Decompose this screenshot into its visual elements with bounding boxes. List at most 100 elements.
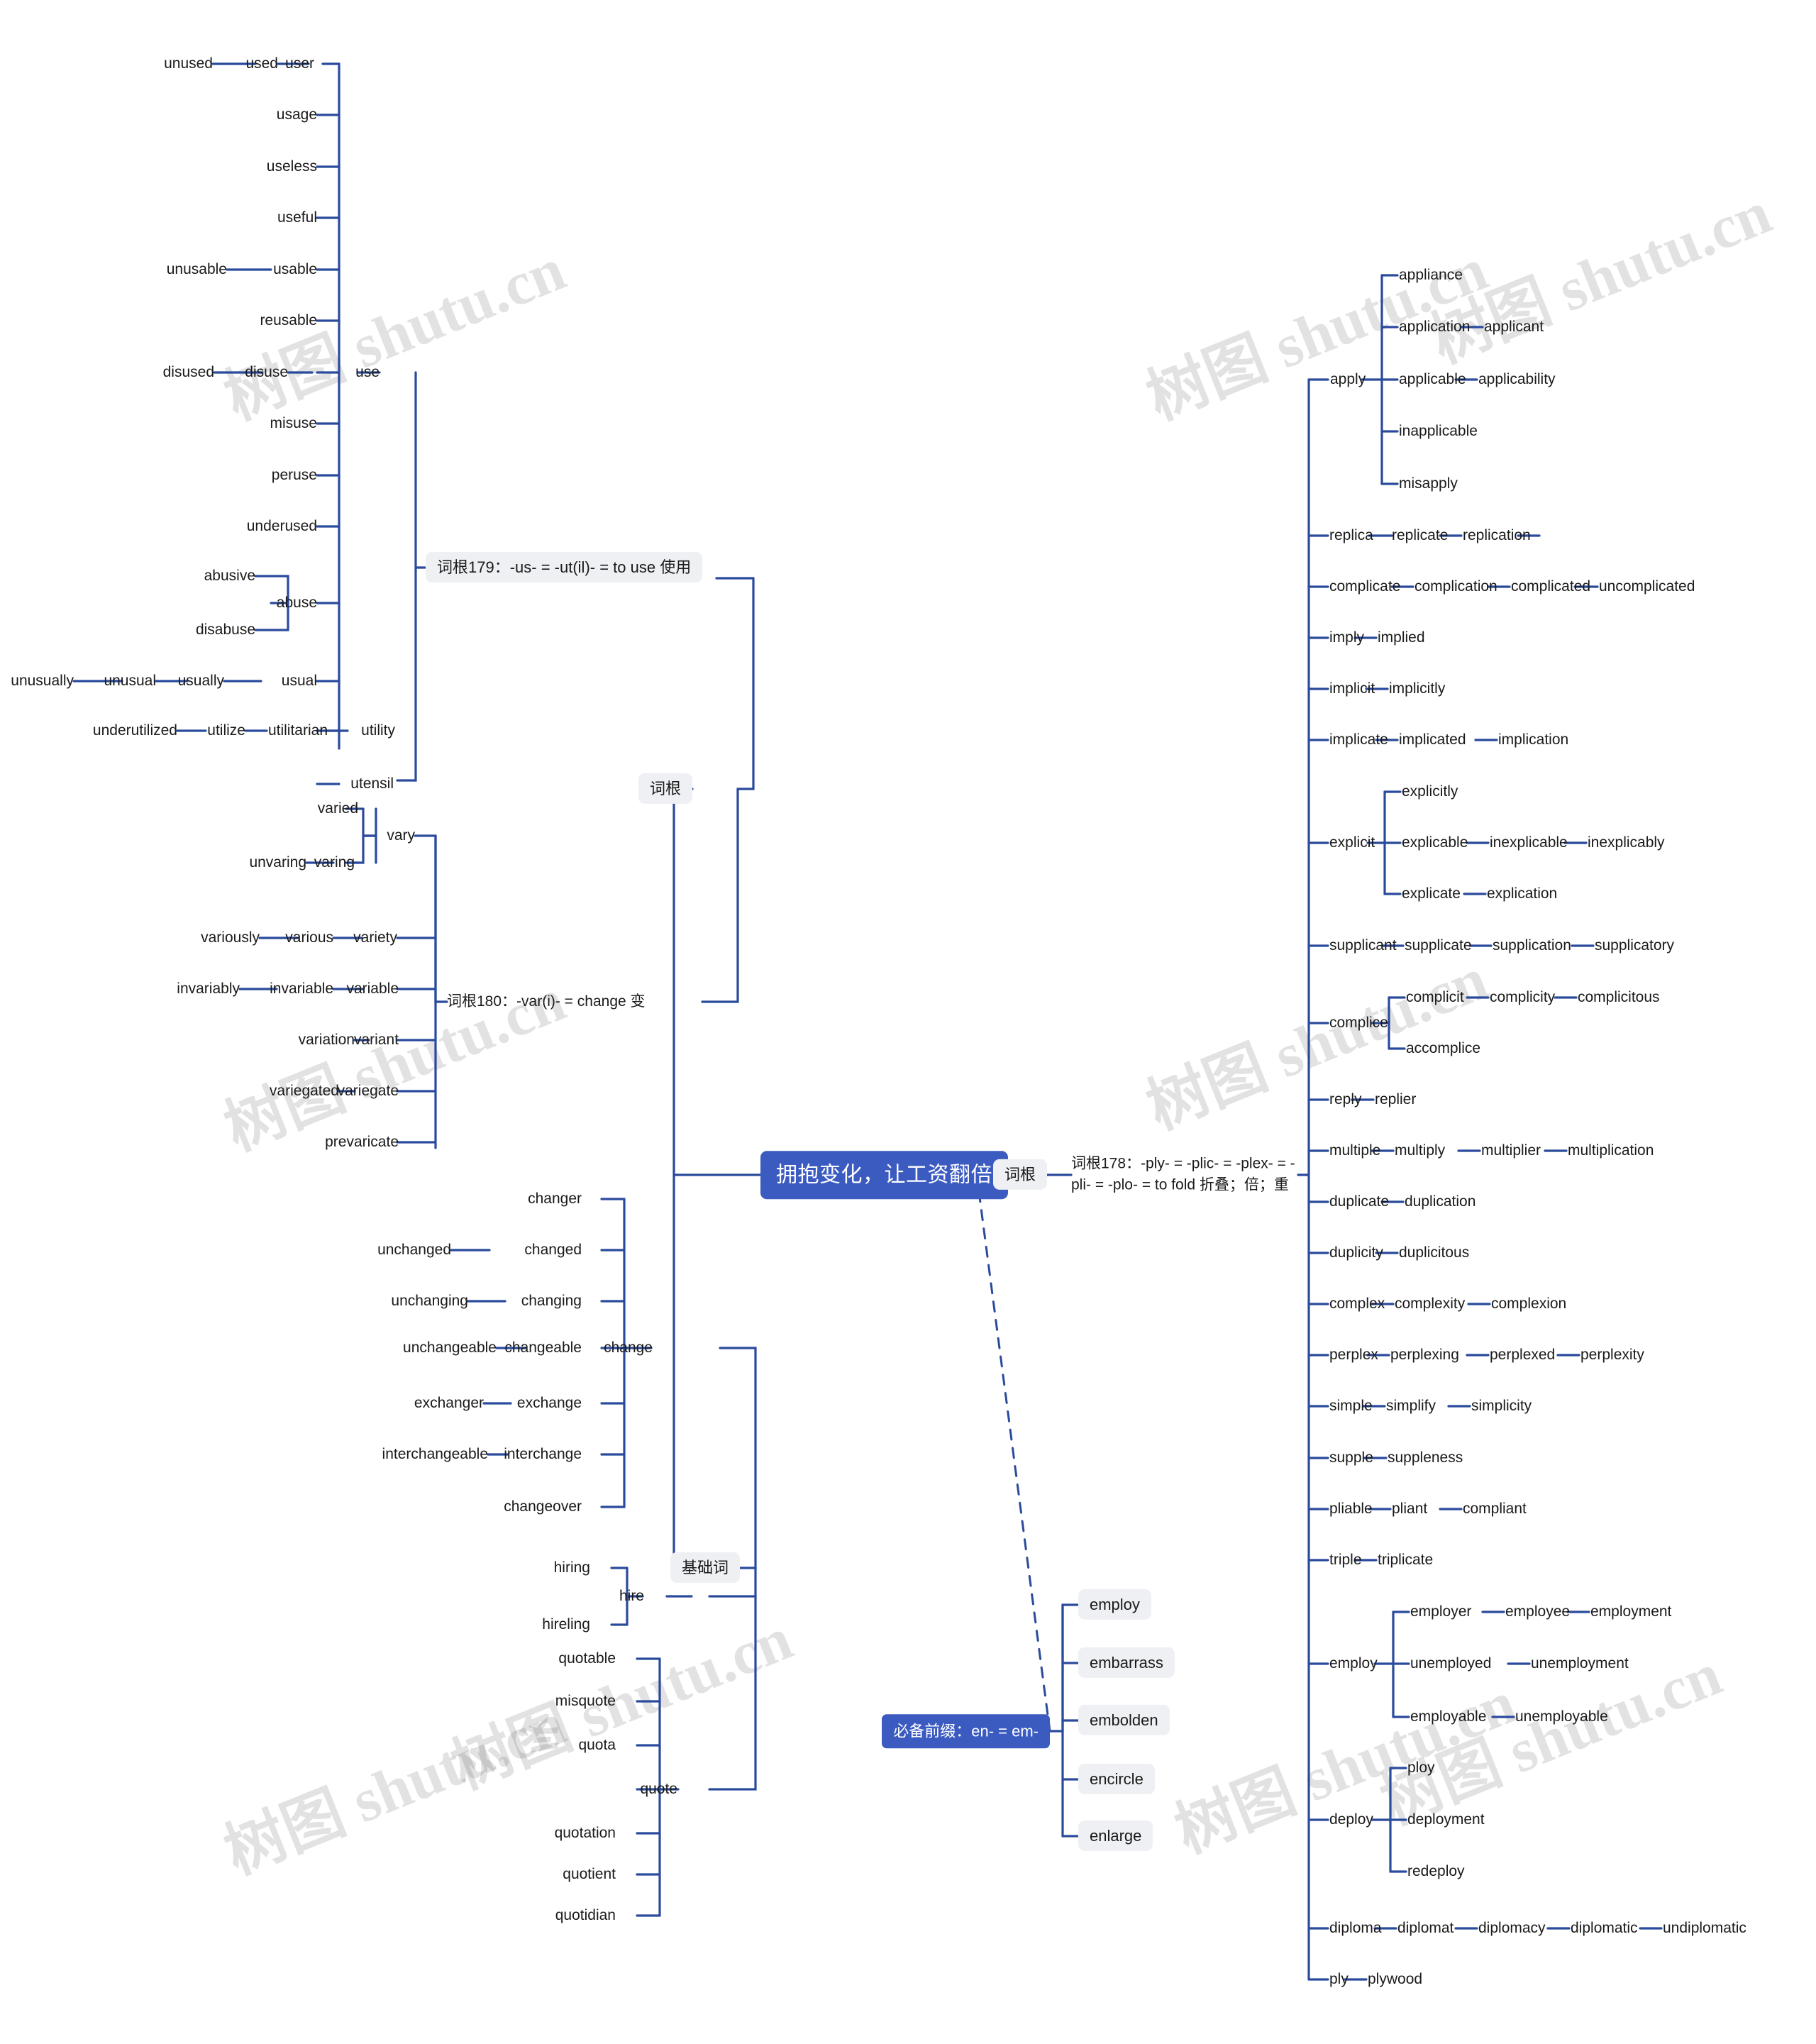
word-embarrass[interactable]: embarrass xyxy=(1078,1647,1175,1678)
word-use[interactable]: use xyxy=(355,363,380,382)
word-apply[interactable]: apply xyxy=(1330,370,1366,389)
word-quota[interactable]: quota xyxy=(578,1736,616,1755)
word-deploy[interactable]: deploy xyxy=(1329,1811,1373,1829)
word-perplexed[interactable]: perplexed xyxy=(1490,1346,1555,1364)
word-applicant[interactable]: applicant xyxy=(1484,318,1544,336)
word-pliable[interactable]: pliable xyxy=(1329,1500,1373,1518)
word-useless[interactable]: useless xyxy=(267,158,317,176)
word-change[interactable]: change xyxy=(604,1339,653,1357)
word-complicitous[interactable]: complicitous xyxy=(1578,988,1660,1007)
word-deployment[interactable]: deployment xyxy=(1407,1811,1485,1829)
word-unusual[interactable]: unusual xyxy=(104,672,156,690)
word-utensil[interactable]: utensil xyxy=(350,775,394,793)
word-implicated[interactable]: implicated xyxy=(1399,731,1466,749)
word-used[interactable]: used xyxy=(245,55,278,73)
word-unusable[interactable]: unusable xyxy=(167,260,227,279)
root-178-node[interactable]: 词根178：-ply- = -plic- = -plex- = -pli- = … xyxy=(1071,1154,1298,1197)
word-inapplicable[interactable]: inapplicable xyxy=(1399,422,1478,441)
word-complicity[interactable]: complicity xyxy=(1490,988,1555,1007)
word-diplomat[interactable]: diplomat xyxy=(1397,1919,1454,1938)
word-usage[interactable]: usage xyxy=(277,106,317,124)
word-perplexity[interactable]: perplexity xyxy=(1580,1346,1644,1364)
word-complexion[interactable]: complexion xyxy=(1491,1295,1566,1313)
word-varied[interactable]: varied xyxy=(318,800,358,818)
word-invariably[interactable]: invariably xyxy=(177,980,240,998)
word-varing[interactable]: varing xyxy=(314,853,355,872)
word-complice[interactable]: complice xyxy=(1329,1014,1388,1032)
word-triplicate[interactable]: triplicate xyxy=(1378,1551,1433,1569)
word-unemployment[interactable]: unemployment xyxy=(1531,1654,1629,1673)
word-interchange[interactable]: interchange xyxy=(504,1445,582,1464)
word-complex[interactable]: complex xyxy=(1329,1295,1385,1313)
word-application[interactable]: application xyxy=(1399,318,1470,336)
word-supplication[interactable]: supplication xyxy=(1493,937,1571,955)
word-quotable[interactable]: quotable xyxy=(558,1650,616,1668)
word-useful[interactable]: useful xyxy=(277,209,317,227)
word-changing[interactable]: changing xyxy=(521,1292,582,1310)
word-utilize[interactable]: utilize xyxy=(207,722,245,740)
branch-cigen-right[interactable]: 词根 xyxy=(993,1159,1048,1190)
word-quotidian[interactable]: quotidian xyxy=(555,1906,616,1925)
word-accomplice[interactable]: accomplice xyxy=(1406,1039,1480,1058)
word-hiring[interactable]: hiring xyxy=(554,1559,590,1577)
word-supple[interactable]: supple xyxy=(1329,1449,1373,1467)
word-peruse[interactable]: peruse xyxy=(272,466,317,485)
word-unused[interactable]: unused xyxy=(164,55,213,73)
word-changeable[interactable]: changeable xyxy=(504,1339,582,1357)
word-reply[interactable]: reply xyxy=(1329,1090,1362,1109)
word-variously[interactable]: variously xyxy=(201,929,260,947)
word-exchanger[interactable]: exchanger xyxy=(414,1394,484,1413)
word-simplify[interactable]: simplify xyxy=(1386,1397,1436,1415)
word-multiply[interactable]: multiply xyxy=(1395,1142,1445,1160)
word-vary[interactable]: vary xyxy=(387,827,415,845)
word-employ-prefix[interactable]: employ xyxy=(1078,1589,1151,1620)
word-complication[interactable]: complication xyxy=(1414,578,1497,596)
word-abusive[interactable]: abusive xyxy=(204,567,255,585)
word-abuse[interactable]: abuse xyxy=(277,594,317,612)
word-usually[interactable]: usually xyxy=(178,672,224,690)
word-underused[interactable]: underused xyxy=(247,517,317,536)
word-unchanging[interactable]: unchanging xyxy=(391,1292,468,1310)
word-utilitarian[interactable]: utilitarian xyxy=(268,722,328,740)
word-quotation[interactable]: quotation xyxy=(555,1824,616,1843)
word-enlarge[interactable]: enlarge xyxy=(1078,1820,1153,1851)
word-utility[interactable]: utility xyxy=(361,722,395,740)
word-employ[interactable]: employ xyxy=(1329,1654,1378,1673)
word-supplicatory[interactable]: supplicatory xyxy=(1595,937,1674,955)
word-pliant[interactable]: pliant xyxy=(1392,1500,1427,1518)
word-compliant[interactable]: compliant xyxy=(1463,1500,1527,1518)
word-user[interactable]: user xyxy=(285,55,314,73)
word-ploy[interactable]: ploy xyxy=(1407,1759,1435,1777)
word-embolden[interactable]: embolden xyxy=(1078,1704,1170,1735)
word-implicate[interactable]: implicate xyxy=(1329,731,1388,749)
branch-cigen-left[interactable]: 词根 xyxy=(638,773,692,804)
word-multiplication[interactable]: multiplication xyxy=(1568,1142,1654,1160)
word-inexplicably[interactable]: inexplicably xyxy=(1588,834,1665,852)
word-implied[interactable]: implied xyxy=(1378,629,1425,647)
word-complexity[interactable]: complexity xyxy=(1395,1295,1465,1313)
word-ply[interactable]: ply xyxy=(1329,1970,1349,1989)
word-usual[interactable]: usual xyxy=(282,672,317,690)
word-unemployed[interactable]: unemployed xyxy=(1410,1654,1491,1673)
word-variant[interactable]: variant xyxy=(354,1031,399,1049)
word-unvaring[interactable]: unvaring xyxy=(249,853,306,872)
word-variety[interactable]: variety xyxy=(353,929,397,947)
word-changer[interactable]: changer xyxy=(528,1190,582,1208)
word-supplicate[interactable]: supplicate xyxy=(1405,937,1472,955)
word-various[interactable]: various xyxy=(285,929,333,947)
word-misuse[interactable]: misuse xyxy=(270,414,317,433)
word-diplomatic[interactable]: diplomatic xyxy=(1571,1919,1638,1938)
word-changed[interactable]: changed xyxy=(524,1241,582,1259)
word-appliance[interactable]: appliance xyxy=(1399,266,1463,284)
word-interchangeable[interactable]: interchangeable xyxy=(382,1445,488,1464)
word-explicit[interactable]: explicit xyxy=(1329,834,1375,852)
word-unusually[interactable]: unusually xyxy=(11,672,74,690)
word-prevaricate[interactable]: prevaricate xyxy=(325,1133,399,1151)
word-variable[interactable]: variable xyxy=(346,980,399,998)
word-variegated[interactable]: variegated xyxy=(270,1082,339,1100)
word-quote[interactable]: quote xyxy=(640,1780,677,1799)
word-duplicity[interactable]: duplicity xyxy=(1329,1244,1383,1262)
word-uncomplicated[interactable]: uncomplicated xyxy=(1599,578,1695,596)
word-replier[interactable]: replier xyxy=(1375,1090,1416,1109)
word-replicate[interactable]: replicate xyxy=(1392,526,1448,545)
